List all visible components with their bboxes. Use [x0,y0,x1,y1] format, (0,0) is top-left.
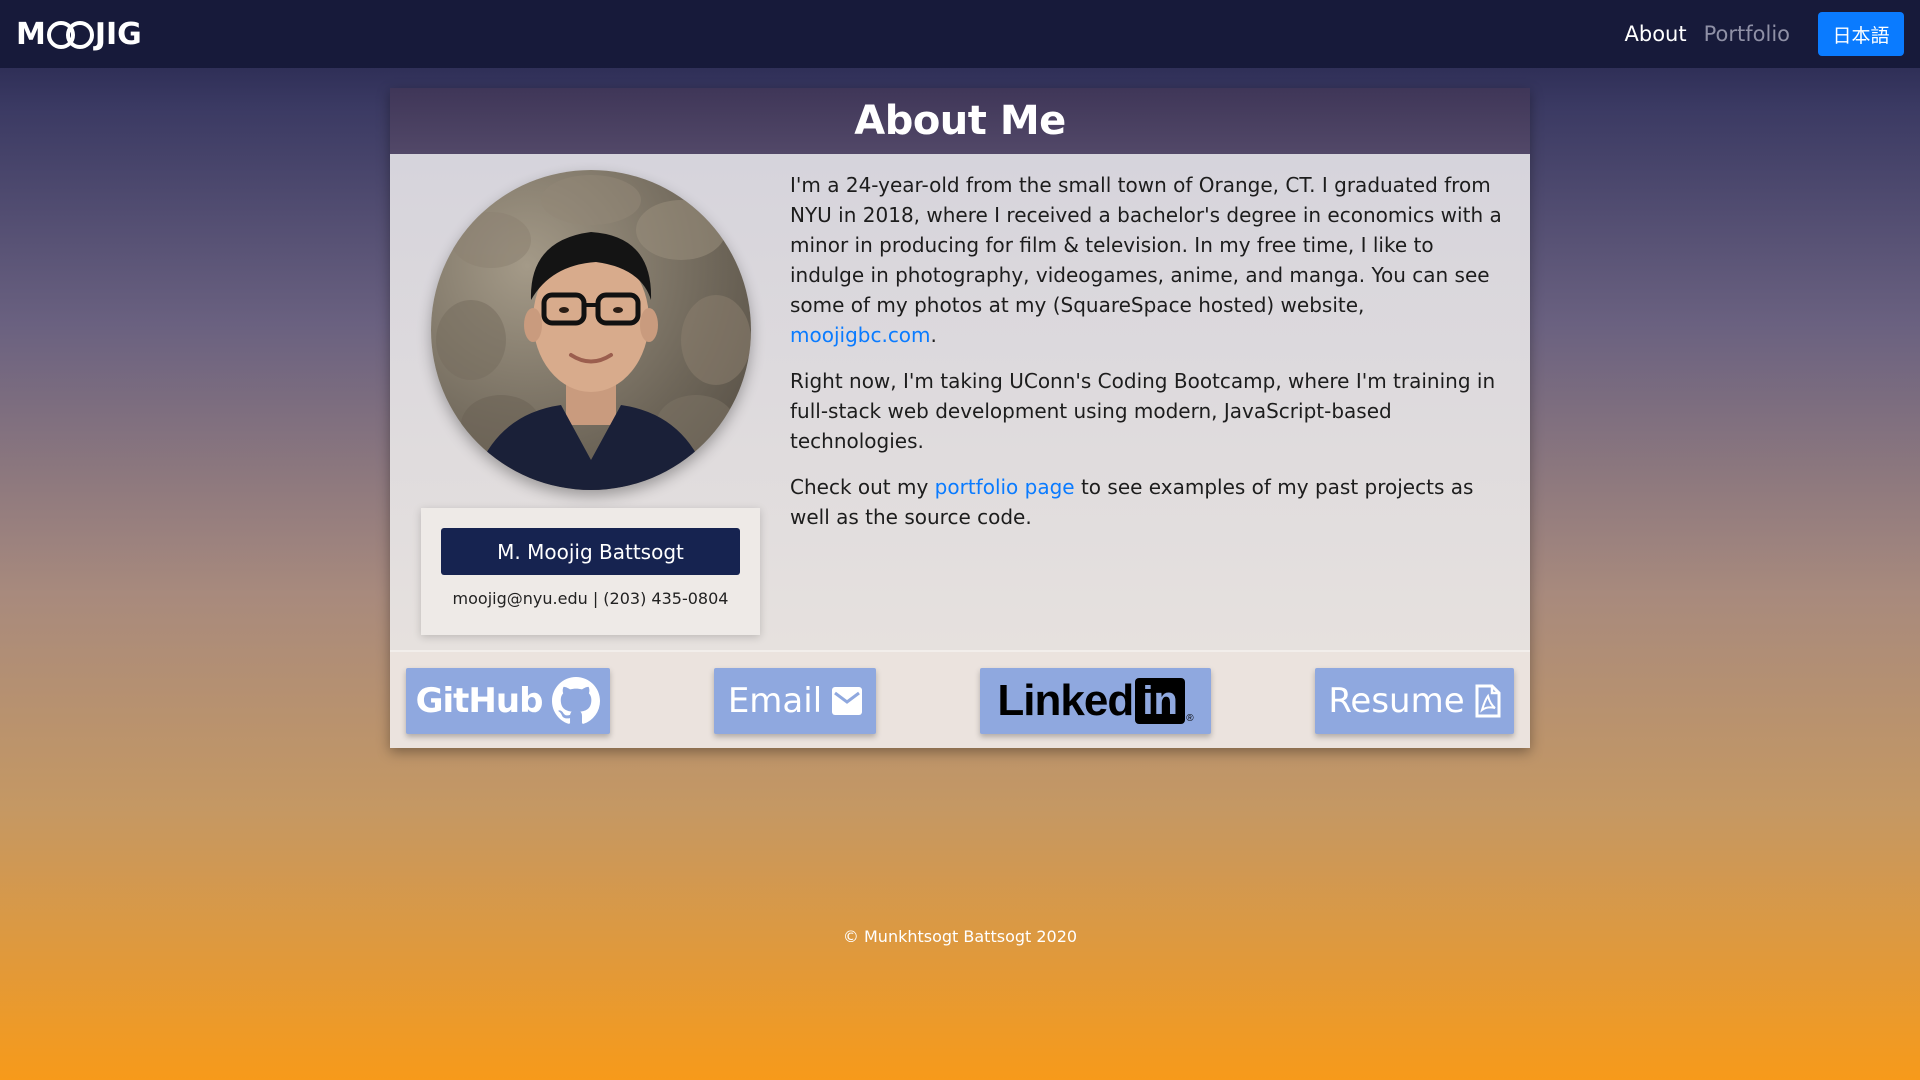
bio-paragraph-2: Right now, I'm taking UConn's Coding Boo… [790,369,1496,453]
profile-contact: moojig@nyu.edu | (203) 435-0804 [452,589,729,608]
github-octocat-icon [552,677,601,725]
language-toggle-button[interactable]: 日本語 [1818,12,1904,56]
logo-letter-m: M [16,16,46,52]
email-label: Email [727,681,823,721]
email-button[interactable]: Email [714,668,876,734]
logo-ring-icon [65,21,94,49]
logo-letters-jig: JIG [94,16,142,52]
github-label: GitHub [415,681,544,721]
footer-copyright: © Munkhtsogt Battsogt 2020 [842,927,1078,946]
bio-paragraph-1: I'm a 24-year-old from the small town of… [790,170,1510,350]
card-body: M. Moojig Battsogt moojig@nyu.edu | (203… [390,154,1530,650]
nav-links: About Portfolio 日本語 [1608,12,1904,56]
github-button[interactable]: GitHub [406,668,610,734]
social-links-bar: GitHub Email Linked in ® Resume [390,650,1530,748]
profile-name-box: M. Moojig Battsogt moojig@nyu.edu | (203… [421,508,760,635]
bio-text: I'm a 24-year-old from the small town of… [790,170,1510,548]
navbar: M JIG About Portfolio 日本語 [0,0,1920,68]
nav-portfolio-link[interactable]: Portfolio [1704,22,1790,46]
bio-paragraph-3-before: Check out my [790,475,929,499]
pdf-file-icon [1475,684,1501,718]
bio-paragraph-3: Check out my portfolio page to see examp… [790,472,1510,532]
profile-photo-illustration [436,175,751,490]
linkedin-button[interactable]: Linked in ® [980,668,1211,734]
card-header: About Me [390,88,1530,154]
envelope-icon [832,687,863,715]
bio-paragraph-1-text: I'm a 24-year-old from the small town of… [790,173,1502,317]
profile-name-button[interactable]: M. Moojig Battsogt [441,528,740,575]
linkedin-in-icon: in [1135,678,1186,724]
bio-paragraph-1-end: . [930,323,937,347]
moojig-logo[interactable]: M JIG [16,17,142,52]
nav-about-link[interactable]: About [1625,22,1687,46]
portfolio-page-link[interactable]: portfolio page [935,475,1075,499]
resume-label: Resume [1328,681,1465,721]
profile-photo [431,170,751,490]
page-title: About Me [854,98,1066,144]
linkedin-registered-mark: ® [1186,713,1194,724]
website-link[interactable]: moojigbc.com [790,323,931,347]
resume-button[interactable]: Resume [1315,668,1514,734]
linkedin-label: Linked [997,676,1134,725]
about-card: About Me M. Moojig Battsogt moojig@nyu.e… [390,88,1530,748]
